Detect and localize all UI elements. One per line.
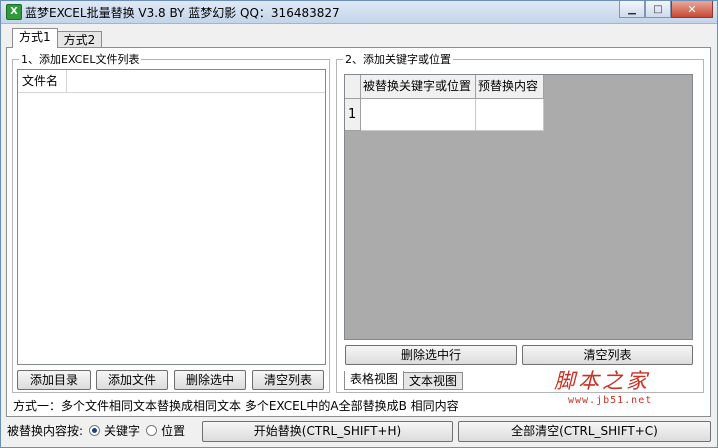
window-controls: ▁ □ ✕ <box>619 1 713 19</box>
clear-all-label: 全部清空(CTRL_SHIFT+C) <box>511 424 658 438</box>
keyword-cell[interactable] <box>361 99 476 131</box>
watermark-text: 脚本之家 <box>554 369 650 393</box>
table-row: 1 <box>345 99 544 131</box>
file-list[interactable]: 文件名 <box>17 69 326 365</box>
app-window: X 蓝梦EXCEL批量替换 V3.8 BY 蓝梦幻影 QQ：316483827 … <box>0 0 718 448</box>
minimize-button[interactable]: ▁ <box>619 1 645 18</box>
tab-mode-2[interactable]: 方式2 <box>56 31 103 48</box>
title-bar[interactable]: X 蓝梦EXCEL批量替换 V3.8 BY 蓝梦幻影 QQ：316483827 … <box>1 1 717 24</box>
keyword-grid-header: 被替换关键字或位置 预替换内容 <box>345 75 544 99</box>
file-list-header: 文件名 <box>18 70 325 93</box>
excel-app-icon: X <box>6 4 22 20</box>
replace-by-label: 被替换内容按: <box>7 424 84 438</box>
mode-description: 方式一：多个文件相同文本替换成相同文本 多个EXCEL中的A全部替换成B 相同内… <box>13 399 459 413</box>
clear-file-list-button[interactable]: 清空列表 <box>252 370 324 390</box>
column-header-replacement[interactable]: 预替换内容 <box>476 75 544 99</box>
mode-tabs: 方式1 方式2 <box>12 28 103 48</box>
clear-all-button[interactable]: 全部清空(CTRL_SHIFT+C) <box>458 421 711 442</box>
radio-keyword-label[interactable]: 关键字 <box>104 422 140 439</box>
column-header-filename[interactable]: 文件名 <box>18 70 67 92</box>
window-title: 蓝梦EXCEL批量替换 V3.8 BY 蓝梦幻影 QQ：316483827 <box>25 6 340 20</box>
grid-corner-cell <box>345 75 361 99</box>
add-directory-button[interactable]: 添加目录 <box>17 370 91 390</box>
add-file-button[interactable]: 添加文件 <box>96 370 168 390</box>
close-button[interactable]: ✕ <box>671 1 713 18</box>
delete-selected-button[interactable]: 删除选中 <box>174 370 246 390</box>
start-replace-button[interactable]: 开始替换(CTRL_SHIFT+H) <box>202 421 453 442</box>
watermark-url: www.jb51.net <box>568 395 653 406</box>
tab-table-view[interactable]: 表格视图 <box>344 371 405 390</box>
radio-position[interactable] <box>146 425 158 436</box>
maximize-icon: □ <box>653 3 663 15</box>
column-header-keyword[interactable]: 被替换关键字或位置 <box>361 75 476 99</box>
keyword-grid[interactable]: 被替换关键字或位置 预替换内容 1 <box>344 74 693 340</box>
close-icon: ✕ <box>687 2 697 16</box>
view-tabs: 表格视图 文本视图 <box>344 371 464 390</box>
bottom-options: 被替换内容按: 关键字 位置 <box>7 422 185 439</box>
minimize-icon: ▁ <box>628 3 636 15</box>
keyword-group-title: 2、添加关键字或位置 <box>343 51 453 67</box>
replacement-cell[interactable] <box>476 99 544 131</box>
tab-text-view[interactable]: 文本视图 <box>403 372 464 390</box>
delete-selected-row-button[interactable]: 删除选中行 <box>345 345 517 365</box>
tab-mode-1[interactable]: 方式1 <box>12 28 58 48</box>
start-replace-label: 开始替换(CTRL_SHIFT+H) <box>253 424 402 438</box>
file-list-group-title: 1、添加EXCEL文件列表 <box>19 51 142 67</box>
radio-keyword[interactable] <box>89 425 101 436</box>
maximize-button[interactable]: □ <box>645 1 671 18</box>
clear-keyword-list-button[interactable]: 清空列表 <box>522 345 693 365</box>
row-number[interactable]: 1 <box>345 99 361 131</box>
radio-position-label[interactable]: 位置 <box>161 422 185 439</box>
